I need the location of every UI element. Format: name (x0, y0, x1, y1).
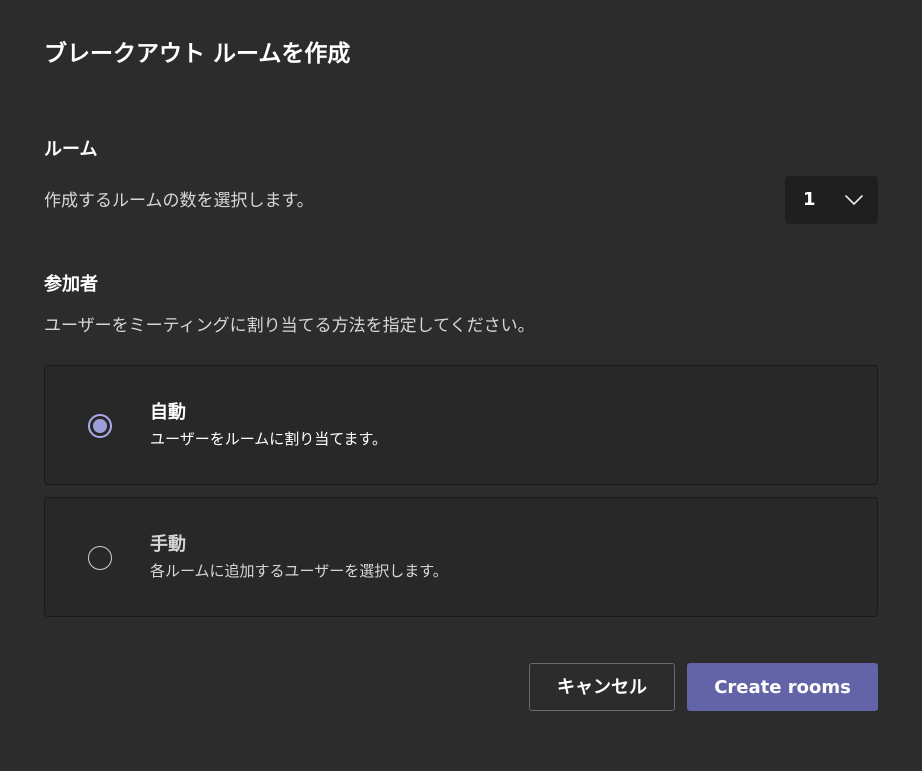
chevron-down-icon (845, 195, 863, 205)
dialog-title: ブレークアウト ルームを作成 (44, 41, 351, 67)
radio-manual[interactable] (88, 546, 112, 570)
rooms-section-description: 作成するルームの数を選択します。 (44, 191, 314, 211)
option-automatic-description: ユーザーをルームに割り当てます。 (150, 430, 388, 448)
option-manual-description: 各ルームに追加するユーザーを選択します。 (150, 562, 448, 580)
option-automatic[interactable]: 自動 ユーザーをルームに割り当てます。 (44, 365, 878, 485)
option-automatic-title: 自動 (150, 402, 186, 423)
room-count-value: 1 (803, 189, 816, 210)
option-manual[interactable]: 手動 各ルームに追加するユーザーを選択します。 (44, 497, 878, 617)
option-manual-title: 手動 (150, 534, 186, 555)
create-rooms-button[interactable]: Create rooms (687, 663, 878, 711)
participants-section-description: ユーザーをミーティングに割り当てる方法を指定してください。 (44, 316, 535, 336)
radio-dot (93, 419, 107, 433)
participants-section-heading: 参加者 (44, 274, 98, 295)
rooms-section-heading: ルーム (44, 139, 98, 160)
radio-automatic[interactable] (88, 414, 112, 438)
breakout-rooms-dialog: ブレークアウト ルームを作成 ルーム 作成するルームの数を選択します。 1 参加… (0, 0, 922, 771)
cancel-button[interactable]: キャンセル (529, 663, 675, 711)
room-count-dropdown[interactable]: 1 (785, 176, 878, 224)
